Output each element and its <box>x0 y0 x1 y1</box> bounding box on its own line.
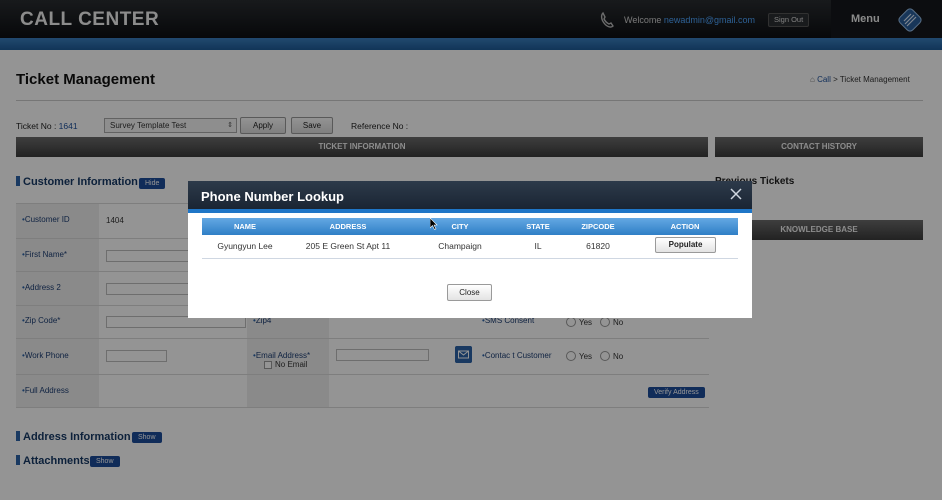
row-name: Gyungyun Lee <box>217 241 273 251</box>
column-header-action: ACTION <box>670 222 700 231</box>
column-header-state: STATE <box>526 222 550 231</box>
close-icon[interactable] <box>728 186 744 202</box>
populate-button[interactable]: Populate <box>655 237 716 253</box>
row-zipcode: 61820 <box>586 241 610 251</box>
mouse-cursor-icon <box>430 218 438 230</box>
column-header-address: ADDRESS <box>329 222 367 231</box>
modal-accent-bar <box>188 209 752 213</box>
column-header-name: NAME <box>233 222 257 231</box>
close-button[interactable]: Close <box>447 284 492 301</box>
row-address: 205 E Green St Apt 11 <box>305 241 391 251</box>
table-row-divider <box>202 258 738 259</box>
row-state: IL <box>534 241 542 251</box>
phone-lookup-modal: Phone Number Lookup NAME ADDRESS CITY ST… <box>188 181 752 318</box>
modal-title: Phone Number Lookup <box>201 189 344 204</box>
row-city: Champaign <box>438 241 482 251</box>
column-header-zipcode: ZIPCODE <box>581 222 615 231</box>
